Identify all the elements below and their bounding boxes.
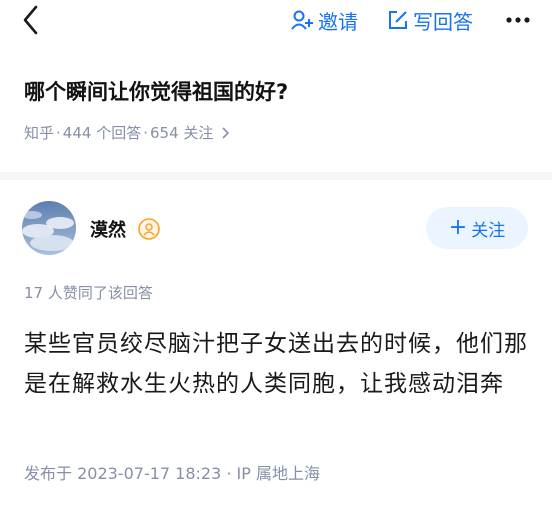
plus-icon: + — [448, 215, 468, 240]
invite-label: 邀请 — [318, 9, 358, 34]
source-label: 知乎 — [24, 124, 55, 142]
write-answer-button[interactable]: 写回答 — [387, 6, 473, 34]
section-divider — [0, 172, 552, 180]
answer-content[interactable]: 某些官员绞尽脑汁把子女送出去的时候，他们那是在解救水生火热的人类同胞，让我感动泪… — [24, 324, 529, 404]
user-badge-icon — [138, 218, 160, 240]
meta-separator: · — [56, 123, 61, 142]
more-dots-icon[interactable] — [504, 8, 532, 32]
answer-footer: 发布于 2023-07-17 18:23 · IP 属地上海 — [24, 464, 320, 483]
question-meta[interactable]: 知乎 · 444 个回答 · 654 关注 — [24, 122, 231, 143]
chevron-left-icon[interactable] — [14, 2, 50, 38]
top-bar: 邀请 写回答 — [0, 0, 552, 44]
avatar[interactable] — [22, 201, 76, 255]
answer-count: 444 个回答 — [62, 124, 142, 142]
invite-button[interactable]: 邀请 — [290, 6, 358, 34]
write-answer-label: 写回答 — [413, 9, 473, 34]
chevron-right-icon — [222, 126, 230, 139]
question-title[interactable]: 哪个瞬间让你觉得祖国的好? — [24, 76, 288, 106]
follow-button[interactable]: + 关注 — [426, 207, 528, 249]
upvote-summary: 17 人赞同了该回答 — [24, 284, 153, 302]
follow-label: 关注 — [471, 220, 506, 241]
follower-count: 654 关注 — [149, 124, 214, 142]
invite-user-icon — [291, 10, 313, 30]
author-name[interactable]: 漠然 — [90, 216, 126, 242]
avatar-sky-image — [22, 201, 76, 255]
meta-separator: · — [143, 123, 148, 142]
edit-icon — [389, 11, 407, 29]
